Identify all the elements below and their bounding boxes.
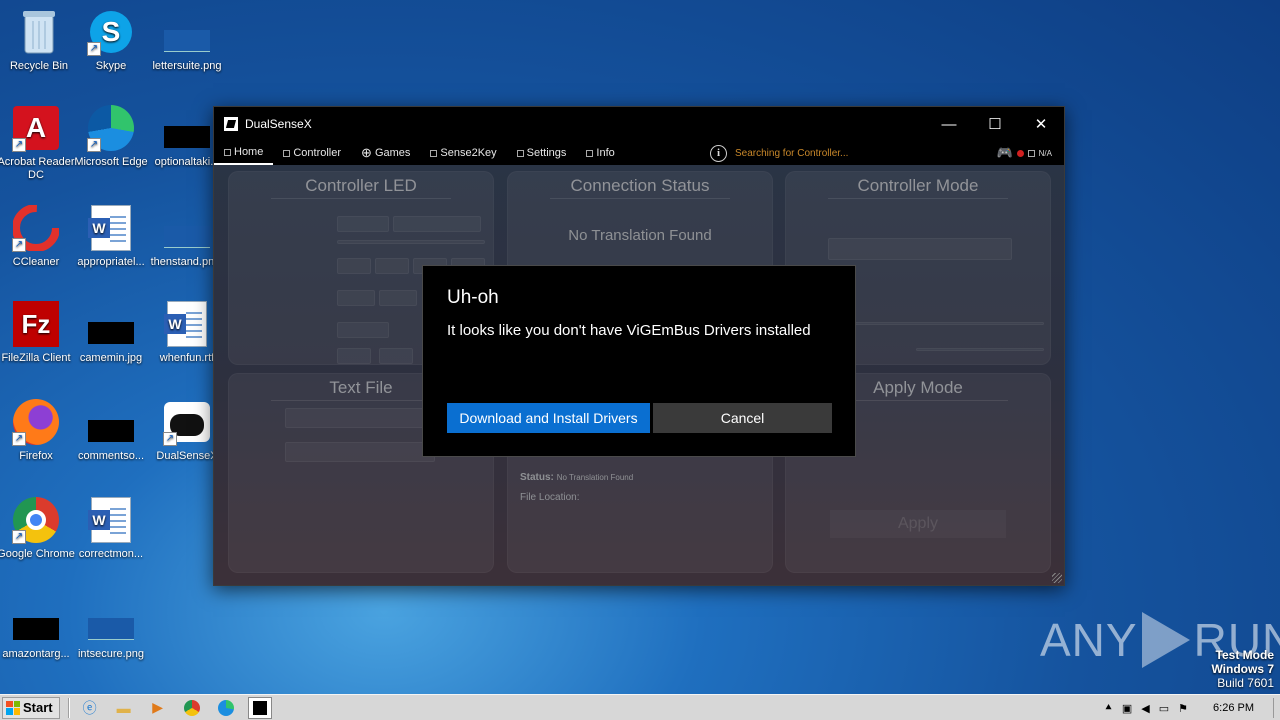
image-file-icon: [163, 104, 211, 152]
firefox-icon: ↗: [12, 398, 60, 446]
word-doc-icon: [87, 204, 135, 252]
desktop-icon-edge[interactable]: ↗ Microsoft Edge: [72, 104, 150, 169]
taskbar-dualsensex-icon[interactable]: [247, 696, 272, 719]
games-icon: ⊕: [361, 145, 372, 160]
image-file-icon: [87, 398, 135, 446]
tray-display-icon[interactable]: ▭: [1159, 702, 1169, 715]
desktop-icon-acrobat[interactable]: A ↗ Acrobat Reader DC: [0, 104, 75, 182]
desktop-icon-lettersuite[interactable]: lettersuite.png: [148, 8, 226, 73]
tray-network-icon[interactable]: ▣: [1122, 702, 1132, 715]
test-mode-notice: Test Mode Windows 7 Build 7601: [1211, 648, 1274, 690]
desktop-icon-ccleaner[interactable]: ↗ CCleaner: [0, 204, 75, 269]
edge-icon: ↗: [87, 104, 135, 152]
tray-expand-icon[interactable]: ⯅: [1104, 702, 1113, 715]
word-doc-icon: [163, 300, 211, 348]
cancel-button[interactable]: Cancel: [653, 403, 832, 433]
filezilla-icon: Fz: [12, 300, 60, 348]
tab-info[interactable]: Info: [576, 141, 624, 165]
battery-icon: [1027, 149, 1035, 157]
clock[interactable]: 6:26 PM: [1213, 702, 1254, 714]
resize-grip-icon[interactable]: [1052, 573, 1062, 583]
window-title: DualSenseX: [245, 117, 312, 131]
status-dot-icon: [1016, 149, 1024, 157]
taskbar: Start ⓔ ▬ ▶ ⯅ ▣ ◀ ▭ ⚑ 6:26 PM: [0, 694, 1280, 720]
title-bar[interactable]: DualSenseX — ☐ ✕: [214, 107, 1064, 141]
app-logo-icon: [224, 117, 238, 131]
image-file-icon: [163, 8, 211, 56]
image-file-icon: [87, 300, 135, 348]
acrobat-icon: A ↗: [12, 104, 60, 152]
battery-indicator: 🎮 N/A: [996, 141, 1052, 165]
connection-status-indicator: i Searching for Controller...: [710, 141, 848, 165]
tab-controller[interactable]: Controller: [273, 141, 351, 165]
desktop-icon-appropriatel[interactable]: appropriatel...: [72, 204, 150, 269]
image-file-icon: [163, 204, 211, 252]
taskbar-chrome-icon[interactable]: [180, 697, 204, 719]
play-logo-icon: [1141, 612, 1190, 668]
image-file-icon: [87, 596, 135, 644]
desktop-icon-amazontarg[interactable]: amazontarg...: [0, 596, 75, 661]
desktop-icon-recycle-bin[interactable]: Recycle Bin: [0, 8, 78, 73]
system-tray: ⯅ ▣ ◀ ▭ ⚑ 6:26 PM: [1104, 695, 1280, 720]
desktop-icon-chrome[interactable]: ↗ Google Chrome: [0, 496, 75, 561]
driver-missing-dialog: Uh-oh It looks like you don't have ViGEm…: [422, 265, 856, 457]
desktop-icon-filezilla[interactable]: Fz FileZilla Client: [0, 300, 75, 365]
show-desktop-button[interactable]: [1273, 698, 1274, 718]
download-install-drivers-button[interactable]: Download and Install Drivers: [447, 403, 650, 433]
desktop-icon-commentso[interactable]: commentso...: [72, 398, 150, 463]
maximize-button[interactable]: ☐: [972, 107, 1018, 141]
tab-sense2key[interactable]: Sense2Key: [420, 141, 506, 165]
dualsensex-icon: ↗: [163, 398, 211, 446]
tab-home[interactable]: Home: [214, 141, 274, 165]
dialog-message: It looks like you don't have ViGEmBus Dr…: [447, 322, 811, 339]
word-doc-icon: [87, 496, 135, 544]
controller-icon: [283, 149, 291, 157]
battery-text: N/A: [1038, 148, 1052, 158]
home-icon: [224, 148, 231, 156]
minimize-button[interactable]: —: [926, 107, 972, 141]
taskbar-edge-icon[interactable]: [214, 697, 238, 719]
taskbar-media-player-icon[interactable]: ▶: [146, 697, 170, 719]
close-button[interactable]: ✕: [1018, 107, 1064, 141]
info-icon: i: [710, 144, 727, 162]
keyboard-icon: [430, 149, 438, 157]
tray-flag-icon[interactable]: ⚑: [1178, 702, 1188, 715]
desktop-icon-intsecure[interactable]: intsecure.png: [72, 596, 150, 661]
recycle-bin-icon: [15, 8, 63, 56]
desktop-icon-firefox[interactable]: ↗ Firefox: [0, 398, 75, 463]
settings-icon: [516, 149, 524, 157]
taskbar-explorer-icon[interactable]: ▬: [112, 697, 136, 719]
info-tab-icon: [586, 149, 594, 157]
tray-volume-icon[interactable]: ◀: [1141, 702, 1149, 715]
desktop-icon-camemin[interactable]: camemin.jpg: [72, 300, 150, 365]
tab-settings[interactable]: Settings: [507, 141, 577, 165]
windows-logo-icon: [6, 700, 20, 715]
image-file-icon: [12, 596, 60, 644]
nav-bar: Home Controller ⊕ Games Sense2Key Setting…: [214, 141, 1064, 165]
taskbar-ie-icon[interactable]: ⓔ: [78, 697, 102, 719]
start-button[interactable]: Start: [2, 696, 60, 719]
dialog-title: Uh-oh: [447, 287, 499, 308]
taskbar-separator: [67, 697, 70, 718]
desktop-icon-skype[interactable]: S ↗ Skype: [72, 8, 150, 73]
chrome-icon: ↗: [12, 496, 60, 544]
skype-icon: S ↗: [87, 8, 135, 56]
desktop-icon-correctmon[interactable]: correctmon...: [72, 496, 150, 561]
ccleaner-icon: ↗: [12, 204, 60, 252]
controller-disconnected-icon: 🎮: [996, 145, 1013, 160]
status-text: Searching for Controller...: [735, 147, 849, 159]
tab-games[interactable]: ⊕ Games: [351, 141, 420, 165]
